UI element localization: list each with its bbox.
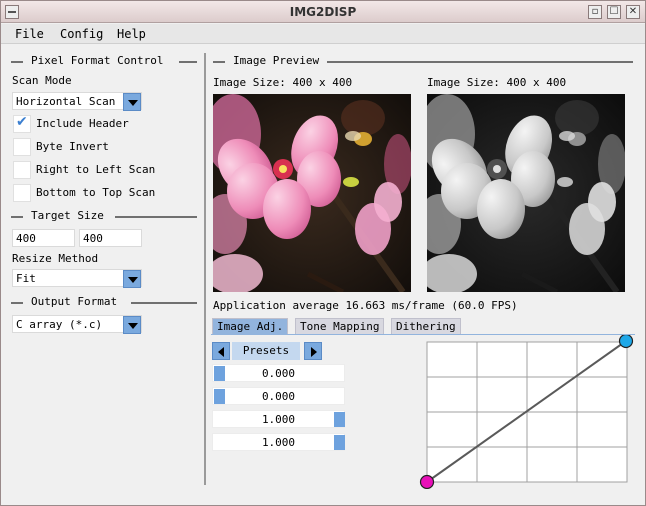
- render-stats: Application average 16.663 ms/frame (60.…: [213, 299, 518, 312]
- adjust-slider[interactable]: 1.000: [212, 433, 345, 451]
- scan-mode-label: Scan Mode: [12, 74, 72, 87]
- curve-start-handle[interactable]: [419, 474, 435, 489]
- close-icon[interactable]: ✕: [626, 5, 640, 19]
- right-to-left-checkbox[interactable]: [13, 161, 31, 179]
- bottom-to-top-label: Bottom to Top Scan: [36, 186, 156, 199]
- scan-mode-select[interactable]: Horizontal Scan: [12, 92, 142, 111]
- byte-invert-checkbox[interactable]: [13, 138, 31, 156]
- output-image: [427, 94, 625, 292]
- menu-config[interactable]: Config: [60, 27, 103, 41]
- output-format-heading: Output Format: [11, 295, 197, 309]
- settings-panel: Pixel Format Control Scan Mode Horizonta…: [1, 45, 204, 505]
- menu-help[interactable]: Help: [117, 27, 146, 41]
- target-width-input[interactable]: 400: [12, 229, 75, 247]
- resize-method-select[interactable]: Fit: [12, 269, 142, 288]
- byte-invert-label: Byte Invert: [36, 140, 109, 153]
- include-header-label: Include Header: [36, 117, 129, 130]
- menu-file[interactable]: File: [15, 27, 44, 41]
- adjust-slider[interactable]: 0.000: [212, 387, 345, 405]
- source-image-size: Image Size: 400 x 400: [213, 76, 353, 89]
- presets-next-button[interactable]: [304, 342, 322, 360]
- tab-image-adj[interactable]: Image Adj.: [212, 318, 289, 334]
- presets-button[interactable]: Presets: [232, 342, 300, 360]
- curve-end-handle[interactable]: [618, 335, 634, 349]
- shade-icon[interactable]: ▫: [588, 5, 602, 19]
- tab-tone-mapping[interactable]: Tone Mapping: [295, 318, 385, 334]
- tab-dithering[interactable]: Dithering: [391, 318, 461, 334]
- tone-curve-editor[interactable]: [419, 335, 635, 489]
- output-format-select[interactable]: C array (*.c): [12, 315, 142, 334]
- app-window: IMG2DISP ▫ ☐ ✕ File Config Help Pixel Fo…: [0, 0, 646, 506]
- presets-prev-button[interactable]: [212, 342, 230, 360]
- chevron-down-icon[interactable]: [123, 270, 141, 288]
- target-height-input[interactable]: 400: [79, 229, 142, 247]
- adjust-slider[interactable]: 0.000: [212, 364, 345, 382]
- resize-method-label: Resize Method: [12, 252, 99, 265]
- title-bar[interactable]: IMG2DISP ▫ ☐ ✕: [1, 1, 645, 23]
- chevron-down-icon[interactable]: [123, 93, 141, 111]
- target-size-heading: Target Size: [11, 209, 197, 223]
- pixel-format-heading: Pixel Format Control: [11, 54, 197, 68]
- chevron-down-icon[interactable]: [123, 316, 141, 334]
- maximize-icon[interactable]: ☐: [607, 5, 621, 19]
- panel-divider: [204, 53, 206, 485]
- window-title: IMG2DISP: [289, 5, 357, 19]
- check-icon: ✔: [16, 114, 28, 130]
- bottom-to-top-checkbox[interactable]: [13, 184, 31, 202]
- output-image-size: Image Size: 400 x 400: [427, 76, 567, 89]
- include-header-checkbox[interactable]: ✔: [13, 114, 31, 133]
- menu-bar: File Config Help: [1, 24, 645, 44]
- image-preview-heading: Image Preview: [213, 54, 633, 68]
- right-to-left-label: Right to Left Scan: [36, 163, 156, 176]
- source-image: [213, 94, 411, 292]
- adjust-slider[interactable]: 1.000: [212, 410, 345, 428]
